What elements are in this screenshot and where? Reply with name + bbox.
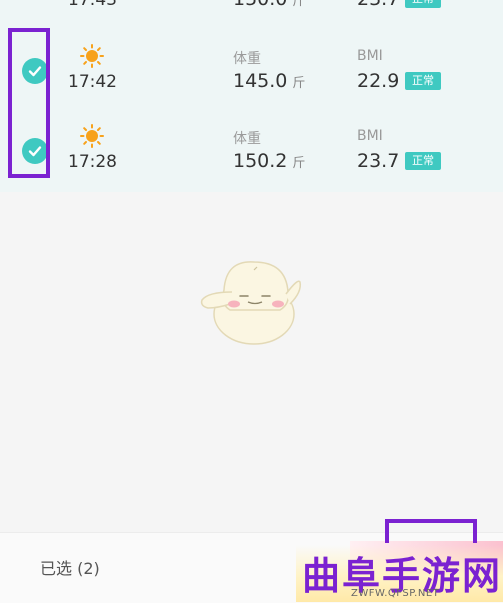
watermark: 曲阜手游网 ZWFW.QFSP.NET xyxy=(296,545,503,602)
mascot-illustration xyxy=(196,252,306,348)
weight-label: 体重 xyxy=(233,51,261,67)
bmi-status-badge: 正常 xyxy=(405,72,441,90)
sun-icon xyxy=(80,124,104,148)
watermark-url: ZWFW.QFSP.NET xyxy=(351,588,440,599)
record-row[interactable]: 17:28 体重 150.2 斤 BMI 23.7 正常 xyxy=(0,122,503,204)
bmi-status-badge: 正常 xyxy=(405,152,441,170)
sun-icon xyxy=(80,44,104,68)
selected-count-text: 已选 (2) xyxy=(40,559,100,578)
check-circle-icon[interactable] xyxy=(22,138,48,164)
delete-button-highlight xyxy=(385,519,477,543)
record-row[interactable]: 17:43 150.0斤 23.7 正常 xyxy=(0,0,503,42)
record-list: 17:43 150.0斤 23.7 正常 17:42 体重 145.0斤 BMI… xyxy=(0,0,503,192)
record-time: 17:42 xyxy=(68,72,117,92)
record-row[interactable]: 17:42 体重 145.0 斤 BMI 22.9 正常 xyxy=(0,42,503,124)
bmi-label: BMI xyxy=(357,48,383,64)
weight-value: 150.0斤 xyxy=(233,0,306,10)
record-time: 17:28 xyxy=(68,152,117,172)
check-circle-icon[interactable] xyxy=(22,58,48,84)
bmi-label: BMI xyxy=(357,128,383,144)
weight-label: 体重 xyxy=(233,131,261,147)
weight-value: 150.2 斤 xyxy=(233,150,306,172)
weight-value: 145.0 斤 xyxy=(233,70,306,92)
bmi-value: 23.7 xyxy=(357,0,399,10)
bmi-status-badge: 正常 xyxy=(405,0,441,8)
bmi-value: 23.7 xyxy=(357,150,400,172)
record-time: 17:43 xyxy=(68,0,117,10)
bmi-value: 22.9 xyxy=(357,70,400,92)
